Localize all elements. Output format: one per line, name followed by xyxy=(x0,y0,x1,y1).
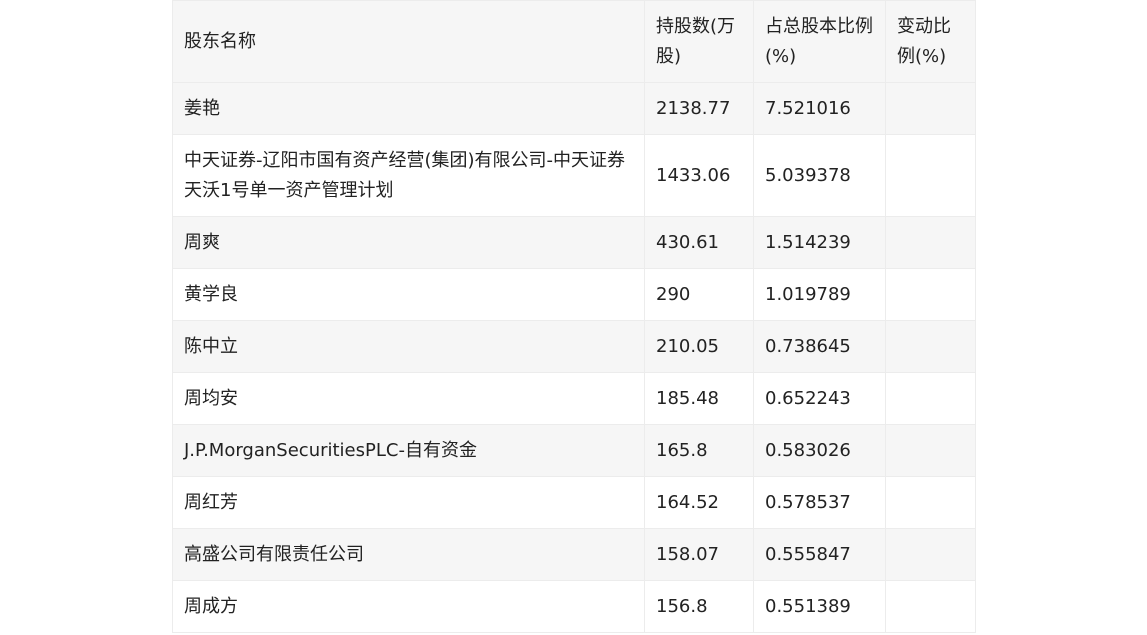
cell-ratio: 0.551389 xyxy=(753,580,886,633)
cell-name: 周爽 xyxy=(172,216,645,269)
cell-ratio: 0.652243 xyxy=(753,372,886,425)
table-row: 周成方 156.8 0.551389 xyxy=(172,580,976,633)
table-header-row: 股东名称 持股数(万股) 占总股本比例(%) 变动比例(%) xyxy=(172,0,976,83)
cell-change xyxy=(885,372,976,425)
cell-ratio: 7.521016 xyxy=(753,82,886,135)
cell-ratio: 0.738645 xyxy=(753,320,886,373)
table-row: 中天证券-辽阳市国有资产经营(集团)有限公司-中天证券天沃1号单一资产管理计划 … xyxy=(172,134,976,217)
cell-change xyxy=(885,424,976,477)
table-row: J.P.MorganSecuritiesPLC-自有资金 165.8 0.583… xyxy=(172,424,976,477)
cell-change xyxy=(885,268,976,321)
table-row: 姜艳 2138.77 7.521016 xyxy=(172,82,976,135)
table-row: 陈中立 210.05 0.738645 xyxy=(172,320,976,373)
cell-shares: 2138.77 xyxy=(644,82,754,135)
table-row: 周爽 430.61 1.514239 xyxy=(172,216,976,269)
cell-shares: 1433.06 xyxy=(644,134,754,217)
cell-shares: 164.52 xyxy=(644,476,754,529)
cell-ratio: 0.578537 xyxy=(753,476,886,529)
cell-ratio: 5.039378 xyxy=(753,134,886,217)
cell-name: 周红芳 xyxy=(172,476,645,529)
cell-change xyxy=(885,580,976,633)
cell-change xyxy=(885,82,976,135)
cell-shares: 156.8 xyxy=(644,580,754,633)
cell-shares: 158.07 xyxy=(644,528,754,581)
cell-shares: 430.61 xyxy=(644,216,754,269)
header-shares: 持股数(万股) xyxy=(644,0,754,83)
header-shareholder-name: 股东名称 xyxy=(172,0,645,83)
header-change-ratio: 变动比例(%) xyxy=(885,0,976,83)
cell-change xyxy=(885,320,976,373)
table-row: 高盛公司有限责任公司 158.07 0.555847 xyxy=(172,528,976,581)
cell-change xyxy=(885,216,976,269)
cell-name: 黄学良 xyxy=(172,268,645,321)
cell-ratio: 1.019789 xyxy=(753,268,886,321)
cell-name: 姜艳 xyxy=(172,82,645,135)
cell-ratio: 0.555847 xyxy=(753,528,886,581)
table-row: 周均安 185.48 0.652243 xyxy=(172,372,976,425)
cell-name: 中天证券-辽阳市国有资产经营(集团)有限公司-中天证券天沃1号单一资产管理计划 xyxy=(172,134,645,217)
cell-shares: 165.8 xyxy=(644,424,754,477)
cell-change xyxy=(885,476,976,529)
cell-shares: 290 xyxy=(644,268,754,321)
table-row: 周红芳 164.52 0.578537 xyxy=(172,476,976,529)
cell-change xyxy=(885,528,976,581)
cell-name: 陈中立 xyxy=(172,320,645,373)
cell-shares: 210.05 xyxy=(644,320,754,373)
cell-name: J.P.MorganSecuritiesPLC-自有资金 xyxy=(172,424,645,477)
cell-name: 高盛公司有限责任公司 xyxy=(172,528,645,581)
cell-ratio: 0.583026 xyxy=(753,424,886,477)
table-row: 黄学良 290 1.019789 xyxy=(172,268,976,321)
cell-change xyxy=(885,134,976,217)
cell-name: 周均安 xyxy=(172,372,645,425)
cell-ratio: 1.514239 xyxy=(753,216,886,269)
cell-name: 周成方 xyxy=(172,580,645,633)
shareholder-table: 股东名称 持股数(万股) 占总股本比例(%) 变动比例(%) 姜艳 2138.7… xyxy=(172,0,976,633)
shareholder-table-container: 股东名称 持股数(万股) 占总股本比例(%) 变动比例(%) 姜艳 2138.7… xyxy=(172,0,976,633)
cell-shares: 185.48 xyxy=(644,372,754,425)
header-share-ratio: 占总股本比例(%) xyxy=(753,0,886,83)
